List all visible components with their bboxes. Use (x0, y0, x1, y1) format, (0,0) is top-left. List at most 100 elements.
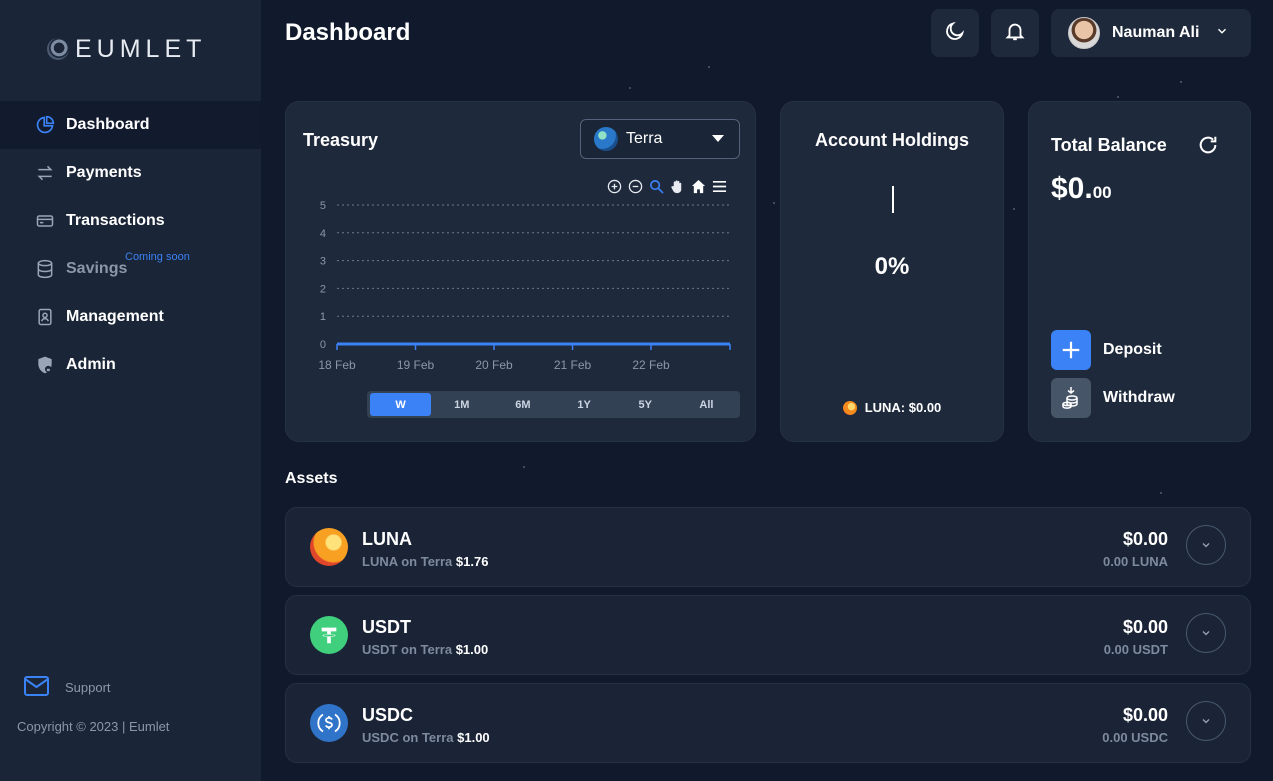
eumlet-logo-icon (47, 38, 69, 60)
theme-toggle-button[interactable] (931, 9, 979, 57)
range-selector: W 1M 6M 1Y 5Y All (367, 391, 740, 418)
chart-grid (337, 204, 730, 317)
expand-button[interactable] (1186, 701, 1226, 741)
avatar (1068, 17, 1100, 49)
asset-price: $1.76 (455, 554, 489, 569)
sidebar-item-label: Management (66, 308, 164, 325)
support-link[interactable]: Support (24, 676, 111, 699)
mail-icon (24, 676, 49, 699)
pie-chart-icon (34, 114, 56, 136)
treasury-card: Treasury Terra 0 1 2 3 4 5 18 Feb 19 Feb 20 Feb… (285, 101, 756, 442)
sidebar-item-payments[interactable]: Payments (0, 149, 261, 197)
chart-x-tick-label: 19 Feb (397, 358, 435, 372)
brand-name: EUMLET (75, 34, 207, 63)
sidebar-item-transactions[interactable]: Transactions (0, 197, 261, 245)
sidebar-item-label: Transactions (66, 212, 165, 229)
asset-row-usdc[interactable]: USDC USDC on Terra $1.00 $0.00 0.00 USDC (285, 683, 1251, 763)
balance-amount: $0.00 (1051, 172, 1112, 206)
asset-amount: 0.00 USDT (1103, 642, 1168, 657)
holdings-percent: 0% (874, 253, 910, 280)
sidebar-item-label: Payments (66, 164, 142, 181)
transfer-arrows-icon (34, 162, 56, 184)
page-title: Dashboard (285, 19, 411, 46)
assets-title: Assets (285, 470, 338, 487)
chevron-down-icon (1202, 631, 1210, 636)
chevron-down-icon (1202, 543, 1210, 548)
support-label: Support (65, 680, 111, 695)
notifications-button[interactable] (991, 9, 1039, 57)
chart-y-tick-label: 3 (320, 256, 326, 268)
withdraw-label: Withdraw (1103, 389, 1175, 406)
sidebar-item-label: Dashboard (66, 116, 150, 133)
card-icon (34, 210, 56, 232)
range-button-5y[interactable]: 5Y (615, 393, 676, 416)
withdraw-button[interactable]: Withdraw (1051, 378, 1175, 418)
chart-x-tick-label: 20 Feb (475, 358, 513, 372)
sidebar-item-dashboard[interactable]: Dashboard (0, 101, 261, 149)
chain-select-value: Terra (626, 130, 663, 147)
expand-button[interactable] (1186, 613, 1226, 653)
total-balance-card: Total Balance $0.00 Deposit Withdraw (1028, 101, 1251, 442)
asset-network-label: USDC on Terra (362, 730, 454, 745)
coming-soon-badge: Coming soon (125, 251, 190, 263)
sidebar-item-label: Admin (66, 356, 116, 373)
brand-logo[interactable]: EUMLET (47, 34, 207, 63)
luna-icon (842, 400, 857, 415)
treasury-chart: 0 1 2 3 4 5 18 Feb 19 Feb 20 Feb 21 Feb 22 Feb (318, 200, 731, 372)
chart-x-ticks: 18 Feb 19 Feb 20 Feb 21 Feb 22 Feb (318, 344, 731, 372)
sidebar-item-management[interactable]: Management (0, 293, 261, 341)
chevron-down-icon (1215, 24, 1229, 43)
asset-usd-value: $0.00 (1122, 529, 1168, 549)
range-button-1m[interactable]: 1M (431, 393, 492, 416)
asset-network: LUNA on Terra $1.76 (362, 554, 488, 569)
moon-icon (944, 20, 966, 47)
caret-down-icon (711, 130, 725, 148)
chart-x-tick-label: 18 Feb (318, 358, 356, 372)
asset-network-label: LUNA on Terra (362, 554, 453, 569)
asset-name: LUNA (362, 529, 412, 549)
asset-name: USDC (362, 705, 414, 725)
chart-x-tick-label: 21 Feb (554, 358, 592, 372)
deposit-button[interactable]: Deposit (1051, 330, 1162, 370)
chart-y-tick-label: 2 (320, 283, 326, 295)
database-icon (34, 258, 56, 280)
range-button-6m[interactable]: 6M (492, 393, 553, 416)
chart-y-tick-label: 0 (320, 339, 326, 351)
chart-y-tick-label: 4 (320, 228, 326, 240)
sidebar-item-admin[interactable]: Admin (0, 341, 261, 389)
asset-amount: 0.00 LUNA (1102, 554, 1168, 569)
asset-price: $1.00 (457, 730, 490, 745)
asset-network: USDT on Terra $1.00 (362, 642, 488, 657)
holdings-legend-label: LUNA: $0.00 (864, 400, 942, 415)
range-button-all[interactable]: All (676, 393, 737, 416)
asset-network: USDC on Terra $1.00 (362, 730, 490, 745)
sidebar: EUMLET Dashboard Payments Transactions S… (0, 0, 261, 781)
holdings-legend: LUNA: $0.00 (781, 400, 1003, 415)
chain-select[interactable]: Terra (580, 119, 740, 159)
asset-price: $1.00 (455, 642, 489, 657)
range-button-1y[interactable]: 1Y (554, 393, 615, 416)
plus-icon (1051, 330, 1091, 370)
contact-book-icon (34, 306, 56, 328)
bell-icon (1004, 20, 1026, 47)
holdings-title: Account Holdings (815, 130, 969, 150)
refresh-icon[interactable] (1197, 134, 1219, 156)
asset-row-usdt[interactable]: USDT USDT on Terra $1.00 $0.00 0.00 USDT (285, 595, 1251, 675)
chart-x-tick-label: 22 Feb (632, 358, 670, 372)
chart-y-tick-label: 5 (320, 200, 326, 212)
balance-title: Total Balance (1051, 135, 1167, 155)
asset-network-label: USDT on Terra (362, 642, 453, 657)
coins-withdraw-icon (1051, 378, 1091, 418)
asset-row-luna[interactable]: LUNA LUNA on Terra $1.76 $0.00 0.00 LUNA (285, 507, 1251, 587)
range-button-w[interactable]: W (370, 393, 432, 416)
asset-name: USDT (362, 617, 411, 637)
luna-icon (310, 528, 348, 566)
user-menu[interactable]: Nauman Ali (1051, 9, 1251, 57)
balance-amount-cents: 00 (1092, 183, 1112, 202)
asset-amount: 0.00 USDC (1102, 730, 1168, 745)
balance-amount-main: $0. (1051, 172, 1093, 205)
chart-y-tick-label: 1 (320, 311, 326, 323)
expand-button[interactable] (1186, 525, 1226, 565)
treasury-title: Treasury (303, 130, 379, 150)
sidebar-item-savings[interactable]: Savings Coming soon (0, 245, 261, 293)
